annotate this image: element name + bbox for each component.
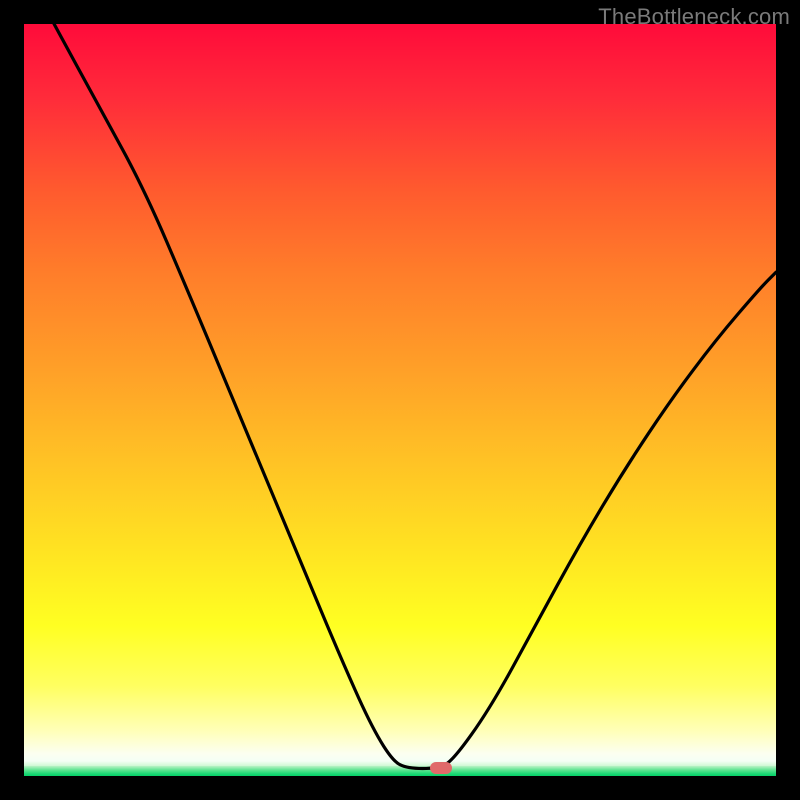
watermark-text: TheBottleneck.com <box>598 4 790 30</box>
optimal-marker <box>430 762 452 774</box>
chart-frame: TheBottleneck.com <box>0 0 800 800</box>
bottleneck-curve <box>24 24 776 776</box>
plot-area <box>24 24 776 776</box>
